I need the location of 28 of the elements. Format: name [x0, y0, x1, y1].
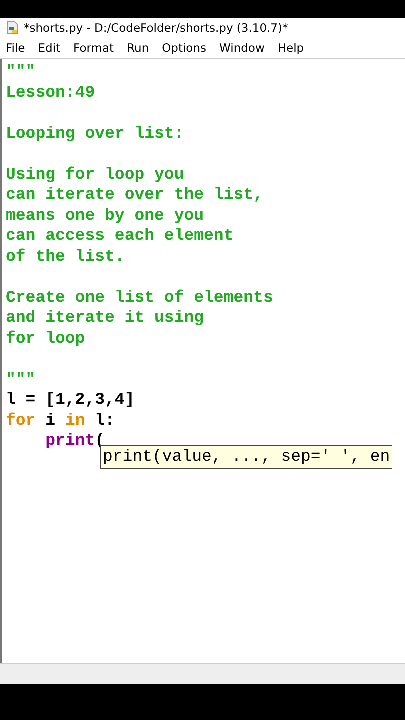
menu-item[interactable]: Run: [127, 41, 150, 55]
menu-item[interactable]: File: [6, 41, 26, 55]
code-token: l:: [94, 410, 115, 430]
code-token: Lesson:49: [6, 82, 96, 102]
menu-item[interactable]: Help: [278, 41, 304, 55]
code-token: means one by one you: [6, 206, 204, 224]
window-title: *shorts.py - D:/CodeFolder/shorts.py (3.10.7)*: [24, 21, 288, 35]
code-token: """: [6, 62, 36, 81]
code-token: print: [46, 431, 96, 450]
code-token: in: [65, 410, 86, 430]
code-token: Using for loop you: [6, 164, 184, 184]
code-token: and iterate it using: [6, 308, 204, 327]
code-token: of the list.: [6, 246, 125, 266]
code-token: l = [1,2,3,4]: [6, 390, 135, 409]
code-token: Create one list of elements: [6, 288, 274, 306]
code-token: i: [44, 410, 57, 430]
python-file-icon: [6, 21, 20, 35]
code-token: Looping over list:: [6, 124, 184, 142]
menu-item[interactable]: Window: [220, 41, 265, 55]
menu-item[interactable]: Format: [74, 41, 114, 55]
calltip: print(value, ..., sep=' ', en: [100, 445, 392, 469]
code-token: can iterate over the list,: [6, 185, 264, 204]
code-token: for: [6, 410, 36, 430]
menu-item[interactable]: Options: [162, 41, 206, 55]
menu-item[interactable]: Edit: [38, 41, 61, 55]
code-token: can access each element: [6, 226, 234, 245]
code-token: """: [6, 370, 36, 388]
code-token: for loop: [6, 328, 86, 348]
